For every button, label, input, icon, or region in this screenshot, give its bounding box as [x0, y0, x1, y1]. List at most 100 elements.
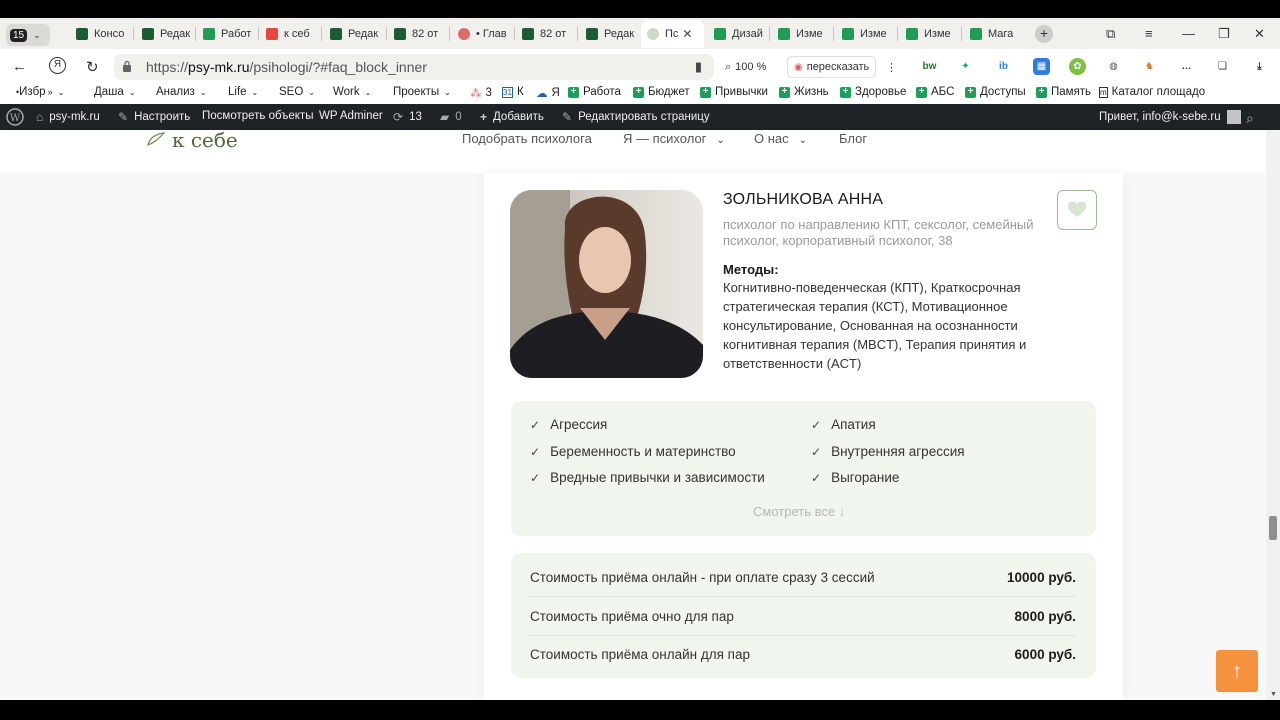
close-window-icon[interactable]: ✕	[1254, 26, 1265, 42]
menu-item-i-am-psychologist[interactable]: Я — психолог ⌄	[623, 131, 725, 146]
extension-icon[interactable]: ◍	[1105, 58, 1122, 75]
bookmark-folder[interactable]: Даша ⌄	[94, 86, 136, 98]
browser-tab[interactable]: Изме	[900, 20, 958, 48]
see-all-button[interactable]: Смотреть все ↓	[753, 504, 845, 519]
asana-favicon-icon	[458, 28, 470, 40]
menu-item-find-psychologist[interactable]: Подобрать психолога	[462, 131, 592, 146]
extension-icon[interactable]: ✦	[957, 58, 974, 75]
browser-tab[interactable]: Редак	[136, 20, 192, 48]
browser-tab[interactable]: 82 от	[516, 20, 574, 48]
menu-label: Блог	[839, 131, 868, 146]
browser-tab[interactable]: Редак	[324, 20, 382, 48]
wp-customize-link[interactable]: ✎ Настроить	[118, 110, 190, 124]
zoom-indicator[interactable]: ⌕ 100 %	[725, 56, 766, 78]
bottom-black-bar	[0, 700, 1280, 720]
menu-item-about[interactable]: О нас ⌄	[754, 131, 807, 146]
more-extensions-icon[interactable]: …	[1178, 58, 1195, 75]
wp-adminer-link[interactable]: WP Adminer	[319, 110, 383, 122]
site-logo[interactable]: к себе	[146, 128, 238, 152]
bookmark-folder[interactable]: Проекты ⌄	[393, 86, 451, 98]
avatar	[1226, 110, 1241, 124]
tabs-list-icon[interactable]: ⧉	[1106, 26, 1115, 42]
bookmark-item[interactable]: + Здоровье	[840, 86, 906, 98]
bookmark-folder[interactable]: Work ⌄	[333, 86, 371, 98]
bookmark-item[interactable]: m Каталог площадо	[1099, 86, 1205, 98]
bookmark-item[interactable]: ☁ Я	[536, 86, 560, 100]
extension-icon[interactable]: ▦	[1033, 58, 1050, 75]
bookmark-folder[interactable]: • Избр» ⌄	[16, 86, 64, 98]
restore-icon[interactable]: ❐	[1218, 26, 1230, 42]
retell-button[interactable]: ◉ пересказать	[787, 56, 877, 78]
browser-tab[interactable]: к себ	[260, 20, 318, 48]
wp-add-new-link[interactable]: + Добавить	[480, 110, 544, 124]
tab-counter-button[interactable]: 15 ⌄	[6, 24, 50, 46]
minimize-icon[interactable]: —	[1182, 26, 1195, 41]
extension-icon[interactable]: ib	[995, 58, 1012, 75]
methods-heading: Методы:	[723, 262, 779, 277]
bookmark-item[interactable]: + Доступы	[965, 86, 1026, 98]
menu-item-blog[interactable]: Блог	[839, 131, 867, 146]
bookmark-item[interactable]: + Привычки	[700, 86, 768, 98]
bookmark-item[interactable]: + Работа	[568, 86, 621, 98]
scrollbar[interactable]: ▼	[1266, 130, 1280, 700]
bookmark-label: Доступы	[980, 86, 1026, 98]
menu-icon[interactable]: ≡	[1145, 26, 1153, 41]
scroll-down-icon[interactable]: ▼	[1270, 691, 1277, 698]
wordpress-logo-icon[interactable]: W	[6, 108, 24, 126]
bookmark-folder[interactable]: Life ⌄	[228, 86, 258, 98]
new-tab-plus-icon[interactable]: +	[1035, 25, 1053, 43]
wp-edit-page-link[interactable]: ✎ Редактировать страницу	[562, 110, 710, 124]
psychologist-photo[interactable]	[510, 190, 703, 378]
download-icon[interactable]: ⤓	[1251, 58, 1268, 75]
browser-tab[interactable]: Дизай	[708, 20, 766, 48]
browser-tab[interactable]: Работ	[197, 20, 255, 48]
top-black-bar	[0, 0, 1280, 18]
site-favicon-icon	[647, 28, 659, 40]
browser-tab[interactable]: Изме	[772, 20, 830, 48]
bookmark-folder[interactable]: SEO ⌄	[279, 86, 315, 98]
wp-view-objects-link[interactable]: Посмотреть объекты	[202, 110, 313, 122]
menu-label: О нас	[754, 131, 789, 146]
search-icon[interactable]: ⌕	[1246, 110, 1254, 127]
close-tab-icon[interactable]: ✕	[682, 27, 692, 41]
bookmark-folder[interactable]: Анализ ⌄	[156, 86, 207, 98]
yandex-icon[interactable]: Я	[49, 57, 66, 74]
favorite-button[interactable]	[1057, 190, 1097, 230]
bookmark-label: Каталог площадо	[1111, 86, 1205, 98]
browser-tab[interactable]: Изме	[836, 20, 894, 48]
browser-tab[interactable]: 82 от	[388, 20, 444, 48]
bookmark-item[interactable]: + АБС	[916, 86, 954, 98]
browser-tab[interactable]: Редак	[580, 20, 638, 48]
psychologist-name[interactable]: ЗОЛЬНИКОВА АННА	[723, 191, 883, 209]
browser-tab-active[interactable]: Пс ✕	[641, 20, 704, 48]
address-bar[interactable]: https://psy-mk.ru/psihologi/?#faq_block_…	[114, 54, 714, 80]
bookmark-item[interactable]: + Бюджет	[633, 86, 690, 98]
check-icon: ✓	[530, 444, 541, 459]
wp-site-link[interactable]: ⌂ psy-mk.ru	[36, 110, 100, 124]
wp-comments-count: 0	[455, 111, 462, 123]
bookmark-label: SEO	[279, 86, 304, 98]
check-icon: ✓	[811, 444, 822, 459]
bookmark-item[interactable]: + Жизнь	[779, 86, 829, 98]
browser-tab[interactable]: Консо	[70, 20, 130, 48]
browser-tab[interactable]: • Глав	[452, 20, 512, 48]
scrollbar-thumb[interactable]	[1269, 516, 1277, 540]
bw-extension-icon[interactable]: bw	[921, 58, 938, 75]
metamask-icon[interactable]: ♞	[1141, 58, 1158, 75]
extension-icon[interactable]: ✿	[1069, 58, 1086, 75]
bookmark-item[interactable]: ⁂ 3	[470, 86, 492, 100]
wp-updates-link[interactable]: ⟳ 13	[393, 110, 422, 124]
back-arrow-icon[interactable]: ←	[12, 58, 27, 75]
wp-comments-link[interactable]: ▰ 0	[440, 110, 462, 124]
bookmark-item[interactable]: + Память	[1036, 86, 1091, 98]
scroll-to-top-button[interactable]: ↑	[1216, 650, 1258, 692]
bookmarks-panel-icon[interactable]: ❏	[1214, 58, 1231, 75]
bookmark-label: Life	[228, 86, 247, 98]
wp-account-menu[interactable]: Привет, info@k-sebe.ru	[1099, 110, 1241, 124]
reload-icon[interactable]: ↻	[86, 58, 99, 76]
bookmark-item[interactable]: 31 К	[502, 86, 524, 98]
page-content: ЗОЛЬНИКОВА АННА психолог по направлению …	[0, 173, 1266, 700]
browser-tab[interactable]: Мага	[964, 20, 1022, 48]
bookmark-icon[interactable]: ▮	[695, 59, 702, 75]
more-vertical-icon[interactable]: ⋮	[886, 56, 897, 78]
